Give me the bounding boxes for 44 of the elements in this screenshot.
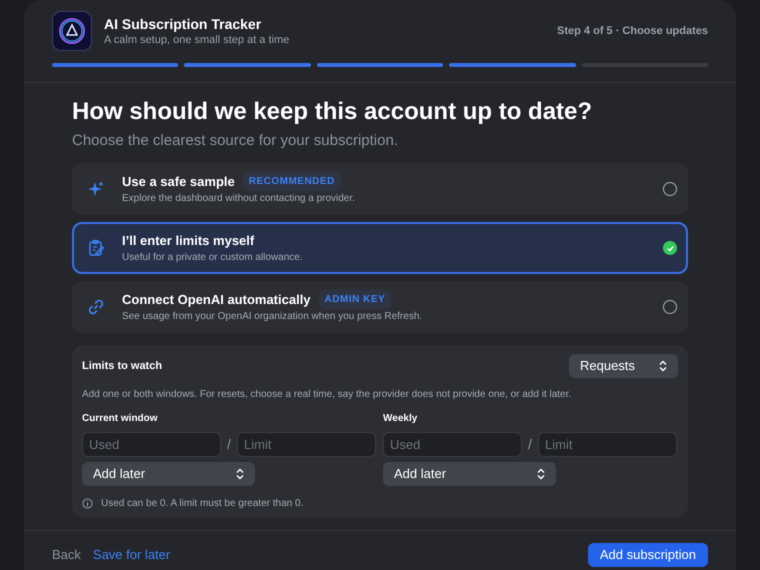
used-field[interactable]: Used [383,432,522,457]
separator-slash: / [527,435,533,454]
chevron-up-down-icon [659,360,667,372]
app-title: AI Subscription Tracker [104,14,262,32]
radio-button[interactable] [663,182,677,196]
option-title: Connect OpenAI automatically [122,290,311,308]
radio-button[interactable] [663,300,677,314]
clipboard-pencil-icon [87,239,105,257]
option-description: Useful for a private or custom allowance. [122,250,303,264]
app-logo-icon [52,11,92,51]
limits-note: Used can be 0. A limit must be greater than 0. [101,497,304,511]
step-indicator: Step 4 of 5 · Choose updates [557,24,708,39]
radio-checked-icon[interactable] [663,241,677,255]
option-card[interactable]: Use a safe sample RECOMMENDED Explore the dashboard without contacting a provider. [72,163,688,215]
page-heading: How should we keep this account up to date? [72,97,594,127]
app-subtitle: A calm setup, one small step at a time [104,32,290,48]
option-title: Use a safe sample [122,172,235,190]
link-icon [87,298,105,316]
option-badge: RECOMMENDED [242,172,341,191]
limits-title: Limits to watch [82,358,162,374]
back-link[interactable]: Back [52,545,81,565]
reset-select[interactable]: Add later [383,462,556,486]
chevron-up-down-icon [236,468,244,480]
sparkle-icon [87,180,105,198]
add-subscription-button[interactable]: Add subscription [588,543,708,567]
unit-select[interactable]: Requests [569,354,678,378]
limit-field[interactable]: Limit [538,432,677,457]
option-card[interactable]: I’ll enter limits myself Useful for a private or custom allowance. [72,222,688,274]
reset-select[interactable]: Add later [82,462,255,486]
window-label: Weekly [383,412,418,426]
limit-field[interactable]: Limit [237,432,376,457]
page-subheading: Choose the clearest source for your subscription. [72,131,399,151]
option-badge: ADMIN KEY [318,290,392,309]
limits-help-text: Add one or both windows. For resets, choose a real time, say the provider does not provide one, or add it later. [82,388,572,402]
chevron-up-down-icon [537,468,545,480]
window-label: Current window [82,412,159,426]
info-icon [82,498,93,509]
option-card[interactable]: Connect OpenAI automatically ADMIN KEY See usage from your OpenAI organization when you press Refresh. [72,281,688,333]
separator-slash: / [226,435,232,454]
option-description: See usage from your OpenAI organization when you press Refresh. [122,310,422,324]
option-description: Explore the dashboard without contacting a provider. [122,192,355,206]
save-for-later-link[interactable]: Save for later [92,545,170,565]
option-title: I’ll enter limits myself [122,232,254,250]
used-field[interactable]: Used [82,432,221,457]
